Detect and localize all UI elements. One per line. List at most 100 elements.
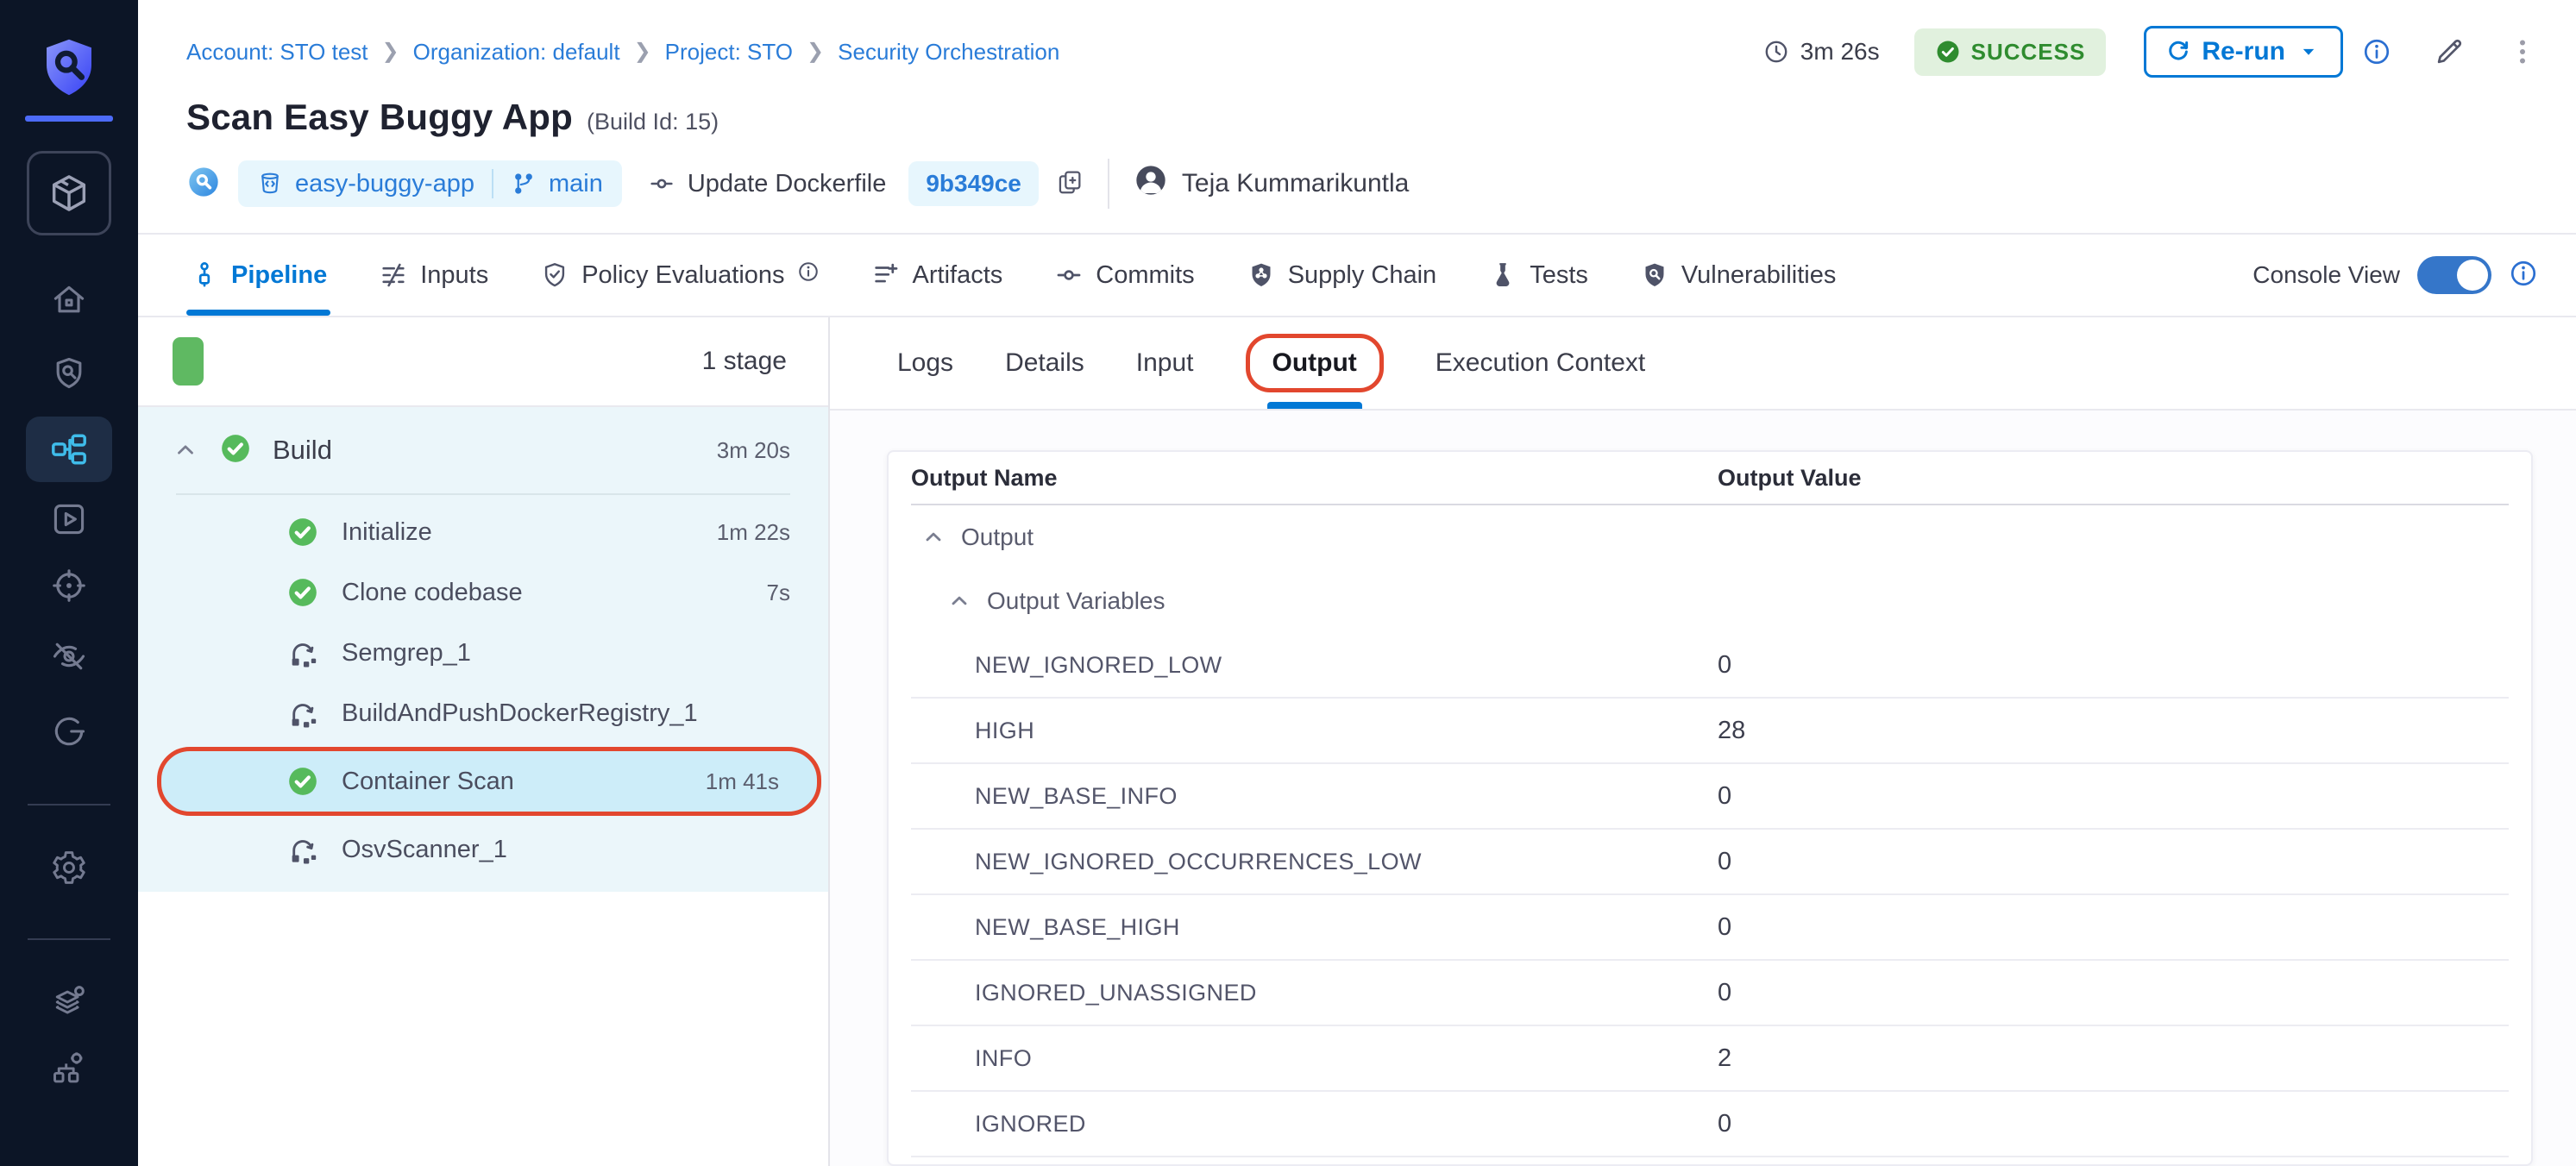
- output-table-header: Output Name Output Value: [911, 452, 2509, 505]
- breadcrumb-account[interactable]: Account: STO test: [186, 39, 368, 66]
- output-row: NEW_BASE_HIGH 0: [911, 895, 2509, 961]
- stage-row-build[interactable]: Build 3m 20s: [138, 407, 828, 493]
- tab-output[interactable]: Output: [1246, 317, 1384, 409]
- rerun-info-icon[interactable]: [2362, 37, 2391, 66]
- nav-default-settings-icon[interactable]: [48, 981, 90, 1023]
- step-name: BuildAndPushDockerRegistry_1: [342, 699, 698, 728]
- col-output-value: Output Value: [1718, 465, 2509, 492]
- output-value: 0: [1718, 913, 2509, 942]
- rail-divider: [28, 938, 110, 940]
- output-row: IGNORED 0: [911, 1092, 2509, 1157]
- tab-details[interactable]: Details: [1005, 317, 1084, 409]
- status-badge: SUCCESS: [1914, 28, 2107, 76]
- group-row-output[interactable]: Output: [911, 505, 2509, 569]
- success-check-icon: [286, 576, 319, 609]
- chevron-up-icon[interactable]: [921, 525, 946, 549]
- nav-governance-icon[interactable]: [48, 1047, 90, 1088]
- output-name: NEW_IGNORED_LOW: [911, 652, 1718, 679]
- output-value: 0: [1718, 979, 2509, 1007]
- module-switcher-button[interactable]: [27, 151, 111, 235]
- chevron-right-icon: ❯: [634, 39, 651, 64]
- output-row: NEW_IGNORED_LOW 0: [911, 633, 2509, 699]
- repo-branch-pill[interactable]: easy-buggy-app main: [238, 160, 622, 207]
- stage-count: 1 stage: [702, 347, 787, 376]
- step-row[interactable]: Semgrep_1: [138, 623, 828, 683]
- main-area: Account: STO test ❯ Organization: defaul…: [138, 0, 2576, 1166]
- stage-name: Build: [273, 435, 332, 466]
- commit-sha[interactable]: 9b349ce: [908, 161, 1039, 206]
- chevron-right-icon: ❯: [382, 39, 399, 64]
- step-row[interactable]: Clone codebase 7s: [138, 562, 828, 623]
- breadcrumb-module[interactable]: Security Orchestration: [838, 39, 1059, 66]
- pipeline-icon: [190, 260, 219, 290]
- commit-message: Update Dockerfile: [648, 170, 887, 198]
- tab-execution-context[interactable]: Execution Context: [1436, 317, 1645, 409]
- stage-status-chip[interactable]: [173, 337, 204, 386]
- step-row-selected[interactable]: Container Scan 1m 41s: [157, 747, 821, 816]
- console-view-info-icon[interactable]: [2509, 259, 2538, 292]
- chevron-up-icon[interactable]: [173, 437, 198, 463]
- tab-pipeline[interactable]: Pipeline: [186, 235, 330, 316]
- success-check-icon: [286, 516, 319, 549]
- rerun-button[interactable]: Re-run: [2144, 26, 2343, 78]
- inputs-icon: [379, 260, 408, 290]
- trigger-type-icon: [186, 165, 221, 204]
- output-name: IGNORED_UNASSIGNED: [911, 980, 1718, 1006]
- output-name: NEW_BASE_INFO: [911, 783, 1718, 810]
- execution-header: Account: STO test ❯ Organization: defaul…: [138, 0, 2576, 235]
- tab-tests[interactable]: Tests: [1485, 235, 1592, 316]
- success-check-icon: [219, 432, 252, 469]
- flask-icon: [1488, 260, 1517, 290]
- nav-pipelines-icon[interactable]: [26, 417, 112, 482]
- nav-targets-icon[interactable]: [48, 565, 90, 606]
- repo-name: easy-buggy-app: [295, 170, 474, 198]
- step-row[interactable]: OsvScanner_1: [138, 819, 828, 880]
- output-name: HIGH: [911, 718, 1718, 744]
- author-name: Teja Kummarikuntla: [1182, 169, 1409, 198]
- tab-logs[interactable]: Logs: [897, 317, 953, 409]
- avatar: [1134, 163, 1168, 204]
- nav-executions-icon[interactable]: [48, 498, 90, 540]
- output-table: Output Name Output Value Output Output V…: [887, 450, 2533, 1166]
- output-row: NEW_MEDIUM 0: [911, 1157, 2509, 1166]
- console-view-label: Console View: [2252, 261, 2400, 289]
- chevron-up-icon[interactable]: [947, 589, 971, 613]
- breadcrumb: Account: STO test ❯ Organization: defaul…: [186, 39, 1059, 66]
- success-check-icon: [286, 765, 319, 798]
- output-name: IGNORED: [911, 1111, 1718, 1138]
- edit-pipeline-icon[interactable]: [2433, 35, 2466, 68]
- step-name: Container Scan: [342, 768, 514, 796]
- breadcrumb-organization[interactable]: Organization: default: [413, 39, 620, 66]
- more-options-icon[interactable]: [2507, 36, 2538, 67]
- tab-inputs[interactable]: Inputs: [375, 235, 492, 316]
- tab-artifacts[interactable]: Artifacts: [868, 235, 1007, 316]
- tab-input[interactable]: Input: [1136, 317, 1194, 409]
- copy-icon[interactable]: [1056, 168, 1084, 200]
- step-duration: 1m 41s: [688, 768, 779, 795]
- check-circle-icon: [1935, 39, 1961, 65]
- tab-supply-chain[interactable]: Supply Chain: [1243, 235, 1441, 316]
- nav-get-started-icon[interactable]: [48, 711, 90, 752]
- git-branch-icon: [511, 171, 537, 197]
- module-rail: [0, 0, 138, 1166]
- pill-divider: [492, 169, 493, 198]
- page-title: Scan Easy Buggy App: [186, 97, 573, 138]
- breadcrumb-project[interactable]: Project: STO: [665, 39, 793, 66]
- tab-commits[interactable]: Commits: [1051, 235, 1197, 316]
- tab-vulnerabilities[interactable]: Vulnerabilities: [1637, 235, 1839, 316]
- group-row-output-variables[interactable]: Output Variables: [911, 569, 2509, 633]
- console-view-toggle[interactable]: [2417, 256, 2491, 294]
- nav-project-settings-icon[interactable]: [48, 847, 90, 888]
- tab-policy-evaluations[interactable]: Policy Evaluations: [537, 235, 822, 316]
- step-name: OsvScanner_1: [342, 836, 507, 864]
- nav-home-icon[interactable]: [48, 279, 90, 321]
- policy-info-icon[interactable]: [797, 260, 820, 290]
- supply-chain-icon: [1247, 260, 1276, 290]
- nav-overview-icon[interactable]: [48, 353, 90, 394]
- step-name: Clone codebase: [342, 579, 523, 607]
- nav-exemptions-icon[interactable]: [48, 636, 90, 677]
- step-row[interactable]: Initialize 1m 22s: [138, 502, 828, 562]
- sto-logo-icon[interactable]: [36, 34, 102, 100]
- output-row: NEW_BASE_INFO 0: [911, 764, 2509, 830]
- step-row[interactable]: BuildAndPushDockerRegistry_1: [138, 683, 828, 743]
